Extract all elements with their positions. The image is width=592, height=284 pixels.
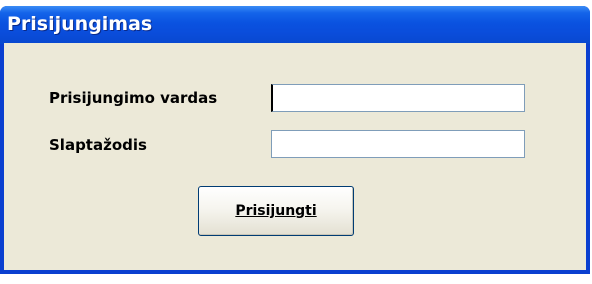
window-title: Prisijungimas	[7, 13, 153, 35]
username-input[interactable]	[271, 84, 525, 112]
username-label: Prisijungimo vardas	[49, 89, 218, 107]
login-button[interactable]: Prisijungti	[198, 186, 354, 236]
password-label: Slaptažodis	[49, 136, 147, 154]
password-input[interactable]	[271, 130, 525, 158]
login-window: Prisijungimas Prisijungimo vardas Slapta…	[0, 6, 590, 274]
login-form: Prisijungimo vardas Slaptažodis Prisijun…	[4, 43, 586, 270]
title-bar[interactable]: Prisijungimas	[0, 6, 590, 44]
